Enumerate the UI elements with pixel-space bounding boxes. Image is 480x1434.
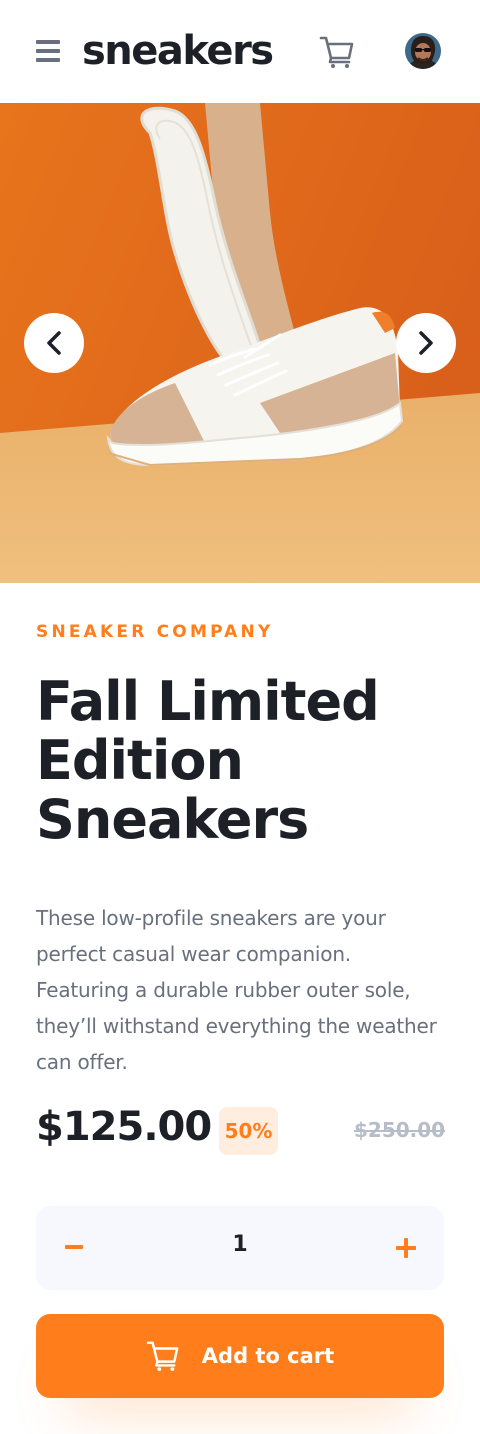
avatar[interactable] xyxy=(405,33,441,69)
increase-quantity-button[interactable] xyxy=(386,1228,426,1268)
product-image-carousel[interactable] xyxy=(0,103,480,583)
cart-icon xyxy=(146,1341,179,1372)
plus-icon xyxy=(396,1238,416,1258)
logo[interactable]: sneakers xyxy=(82,26,274,76)
quantity-stepper: 1 xyxy=(36,1206,444,1290)
original-price: $250.00 xyxy=(354,1118,446,1142)
cart-icon[interactable] xyxy=(319,35,355,69)
chevron-right-icon xyxy=(419,331,433,355)
company-name: SNEAKER COMPANY xyxy=(36,622,274,642)
add-to-cart-button[interactable]: Add to cart xyxy=(36,1314,444,1398)
product-page: sneakers SNEAKER COMPANY Fall Limited Ed… xyxy=(0,0,480,1434)
add-to-cart-label: Add to cart xyxy=(201,1344,335,1368)
current-price: $125.00 xyxy=(36,1104,212,1150)
product-title: Fall Limited Edition Sneakers xyxy=(36,670,380,851)
top-header: sneakers xyxy=(0,0,480,103)
quantity-value: 1 xyxy=(232,1232,248,1257)
product-description: These low-profile sneakers are your perf… xyxy=(36,906,437,1074)
chevron-left-icon xyxy=(47,331,61,355)
carousel-next-button[interactable] xyxy=(396,313,456,373)
hamburger-menu-icon[interactable] xyxy=(36,40,60,62)
carousel-previous-button[interactable] xyxy=(24,313,84,373)
discount-badge: 50% xyxy=(219,1107,278,1155)
